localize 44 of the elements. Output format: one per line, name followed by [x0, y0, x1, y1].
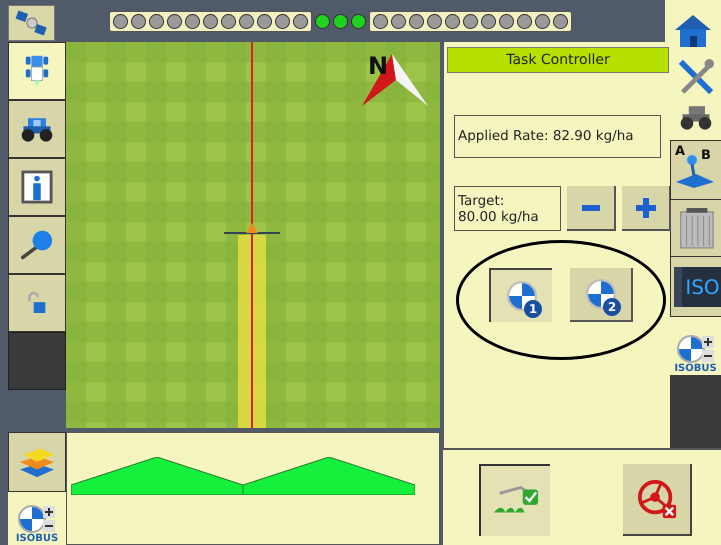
- tools-icon[interactable]: [676, 58, 714, 96]
- panel-title: Task Controller: [447, 47, 669, 73]
- increase-button[interactable]: [622, 186, 671, 231]
- point-b-label: B: [701, 149, 711, 162]
- product-number-badge: 1: [524, 300, 542, 318]
- product-icon: [584, 278, 616, 310]
- minus-icon: [580, 204, 600, 212]
- product-button[interactable]: 2: [570, 268, 633, 322]
- zoom-button[interactable]: [8, 216, 66, 274]
- plus-icon: [634, 196, 656, 218]
- isobus-icon: [17, 504, 57, 534]
- compass-north-label: N: [368, 54, 388, 78]
- satellite-icon: [14, 8, 48, 38]
- product-number-badge: 2: [603, 298, 621, 316]
- isobus-label: ISOBUS: [16, 534, 58, 544]
- vehicle-marker-icon: [222, 223, 282, 237]
- iso-terminal-button[interactable]: ISO: [670, 257, 721, 317]
- info-button[interactable]: [8, 158, 66, 216]
- target-label: Target:: [458, 192, 506, 208]
- isobus-icon: [676, 334, 716, 364]
- satellite-button[interactable]: [8, 5, 55, 41]
- lock-button[interactable]: [8, 274, 66, 332]
- product-icon: [506, 280, 538, 312]
- iso-display-label: ISO: [674, 266, 721, 306]
- steering-wheel-cancel-icon: [636, 478, 678, 520]
- target-value: 80.00 kg/ha: [458, 208, 540, 224]
- tractor-icon: [19, 115, 55, 143]
- home-icon[interactable]: [673, 12, 713, 48]
- decrease-button[interactable]: [567, 186, 616, 231]
- open-padlock-icon: [27, 291, 47, 315]
- implement-button[interactable]: [8, 42, 66, 100]
- tractor-button[interactable]: [8, 100, 66, 158]
- product-button[interactable]: 1: [489, 268, 552, 322]
- empty-slot: [8, 332, 66, 390]
- ab-line-button[interactable]: A B: [670, 140, 721, 200]
- applied-rate-readout: Applied Rate: 82.90 kg/ha: [454, 115, 661, 158]
- section-control-button[interactable]: [479, 464, 550, 536]
- storage-button[interactable]: [670, 200, 721, 257]
- layers-button[interactable]: [8, 432, 66, 492]
- point-a-label: A: [675, 145, 686, 158]
- autosteer-button[interactable]: [623, 464, 692, 536]
- isobus-label: ISOBUS: [674, 364, 717, 374]
- info-icon: [21, 170, 53, 204]
- implement-icon: [25, 54, 49, 88]
